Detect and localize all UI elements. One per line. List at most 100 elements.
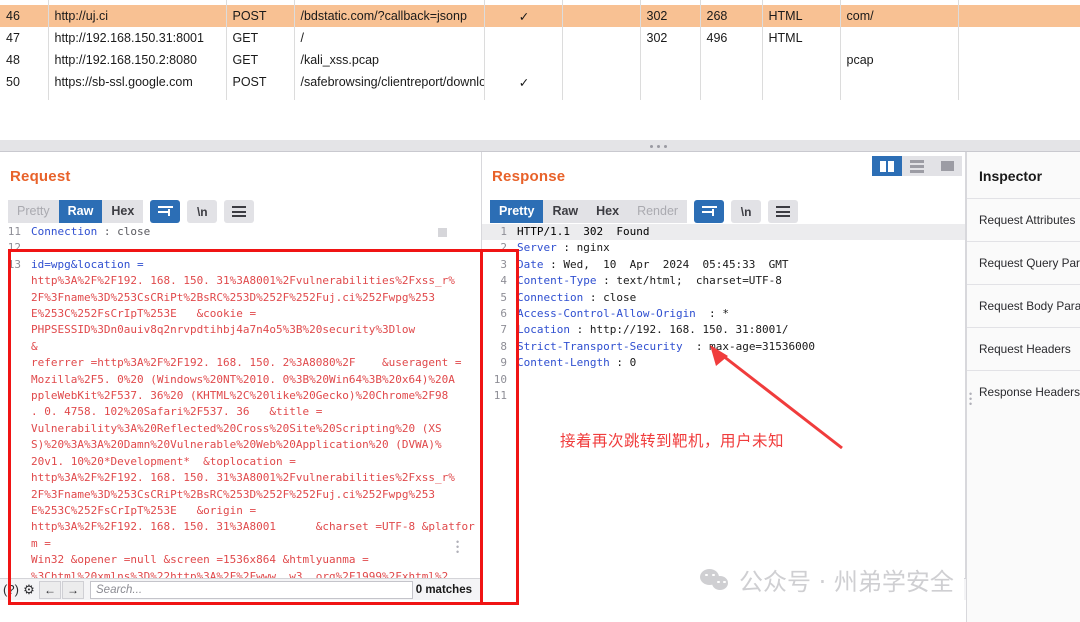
cell-mime-type: HTML [762, 5, 841, 27]
rows-view-button[interactable] [902, 156, 932, 176]
table-row[interactable]: 46 http://uj.ci POST/bdstatic.com/?callbac… [0, 5, 1080, 27]
table-row[interactable]: 47 http://192.168.150.31:8001 GET/ 302 496 HT… [0, 27, 1080, 49]
cell-edited [562, 71, 641, 93]
table-row[interactable]: 50 https://sb-ssl.google.com POST/safebrow… [0, 71, 1080, 93]
request-line-11: 11 Connection : close [0, 224, 481, 240]
tab-response-hex[interactable]: Hex [587, 200, 629, 223]
cell--: 47 [0, 27, 49, 49]
find-next-button[interactable]: → [62, 580, 84, 599]
watermark-text: 公众号 · 州弟学安全 [739, 568, 954, 596]
newline-icon[interactable]: \n [731, 200, 762, 223]
response-line-4: 4 Content-Type : text/html; charset=UTF-8 [482, 273, 965, 289]
line-number: 7 [500, 323, 507, 337]
inspector-resize-grip[interactable]: • • • [969, 390, 972, 409]
cell-extension [840, 27, 959, 49]
burp-suite-window: 46 http://uj.ci POST/bdstatic.com/?callbac… [0, 0, 1080, 622]
header-sep: : [695, 307, 723, 321]
line-number: 12 [7, 241, 21, 255]
line-number: 10 [493, 372, 507, 386]
annotation-text: 接着再次跳转到靶机，用户未知 [560, 432, 785, 450]
cell--: 46 [0, 5, 49, 27]
cell-mime-type [762, 49, 841, 71]
inspector-section-request-query-parameters[interactable]: Request Query Parameters [967, 241, 1080, 284]
header-value: http://192. 168. 150. 31:8001/ [589, 323, 789, 337]
header-key: Access-Control-Allow-Origin [517, 307, 696, 321]
split-view-button[interactable] [872, 156, 902, 176]
request-tabstrip: Pretty Raw Hex \n [8, 200, 255, 223]
tab-request-raw[interactable]: Raw [58, 200, 103, 223]
header-sep: : [596, 274, 617, 288]
cell-host: http://192.168.150.2:8080 [48, 49, 227, 71]
cell-host: http://uj.ci [48, 5, 227, 27]
request-search-input[interactable]: Search... [90, 580, 413, 599]
splitter-drag-handle[interactable] [650, 145, 667, 148]
inspector-panel: Inspector Request Attributes Request Quer… [966, 152, 1080, 622]
tab-request-pretty[interactable]: Pretty [8, 200, 59, 223]
cell-url: /kali_xss.pcap [294, 49, 485, 71]
newline-label: \n [196, 204, 208, 219]
header-key: Date [517, 257, 544, 271]
tab-response-pretty[interactable]: Pretty [490, 200, 544, 223]
cell-title [958, 5, 1080, 27]
header-key: Content-Length [517, 356, 610, 370]
cell-length [700, 71, 763, 93]
line-number: 8 [500, 339, 507, 353]
tab-response-render[interactable]: Render [628, 200, 688, 223]
word-wrap-icon[interactable] [694, 200, 725, 223]
header-key: Connection [31, 225, 98, 238]
http-history-table[interactable]: 46 http://uj.ci POST/bdstatic.com/?callbac… [0, 0, 1080, 117]
request-scroll-thumb[interactable] [438, 228, 447, 237]
cell-status-code [640, 71, 701, 93]
request-code-area[interactable]: 11 Connection : close 12 13 id=wpg&locat… [0, 224, 481, 578]
header-key: Location [517, 323, 570, 337]
tab-response-raw[interactable]: Raw [543, 200, 588, 223]
cell-host: https://sb-ssl.google.com [48, 71, 227, 93]
wechat-icon [700, 568, 730, 591]
help-icon[interactable]: (?) [2, 582, 20, 597]
header-sep: : [543, 257, 564, 271]
cell-title [958, 71, 1080, 93]
header-value: nginx [576, 241, 610, 255]
request-pane-title: Request [10, 168, 71, 185]
inspector-section-response-headers[interactable]: Response Headers [967, 370, 1080, 413]
cell-edited [562, 27, 641, 49]
table-row[interactable]: 48 http://192.168.150.2:8080 GET/kali_xss.… [0, 49, 1080, 71]
line-number: 1 [482, 224, 512, 241]
word-wrap-icon[interactable] [150, 200, 181, 223]
gear-icon[interactable]: ⚙ [20, 582, 38, 598]
line-number: 13 [7, 257, 21, 271]
cell-host: http://192.168.150.31:8001 [48, 27, 227, 49]
request-body-text: http%3A%2F%2F192. 168. 150. 31%3A8001%2F… [31, 274, 475, 578]
cell-length: 496 [700, 27, 763, 49]
inspector-section-request-headers[interactable]: Request Headers [967, 327, 1080, 370]
header-sep: : [569, 323, 590, 337]
line-number: 4 [500, 274, 507, 288]
cell-url: /bdstatic.com/?callback=jsonp [294, 5, 485, 27]
cell-method: GET [226, 49, 295, 71]
single-view-button[interactable] [932, 156, 962, 176]
request-pane: Request Pretty Raw Hex \n 11 Connection … [0, 152, 482, 600]
body-param-start: id=wpg&location = [31, 257, 151, 271]
response-format-tabs[interactable]: Pretty Raw Hex Render [490, 200, 688, 223]
hamburger-icon[interactable] [224, 200, 255, 223]
header-value: Wed, 10 Apr 2024 05:45:33 GMT [563, 257, 789, 271]
newline-icon[interactable]: \n [187, 200, 218, 223]
cell-extension [840, 71, 959, 93]
cell-extension: com/ [840, 5, 959, 27]
header-key: Strict-Transport-Security [517, 339, 683, 353]
cell-status-code: 302 [640, 27, 701, 49]
header-sep: : [583, 290, 604, 304]
inspector-section-request-attributes[interactable]: Request Attributes [967, 198, 1080, 241]
header-key: Connection [517, 290, 584, 304]
response-pane-title: Response [492, 168, 566, 185]
request-format-tabs[interactable]: Pretty Raw Hex [8, 200, 144, 223]
find-prev-button[interactable]: ← [39, 580, 61, 599]
cell-method: POST [226, 71, 295, 93]
response-highlight-line [480, 249, 483, 605]
hamburger-icon[interactable] [768, 200, 799, 223]
inspector-section-request-body-parameters[interactable]: Request Body Parameters [967, 284, 1080, 327]
tab-request-hex[interactable]: Hex [102, 200, 144, 223]
header-value: * [722, 307, 729, 321]
pane-splitter[interactable] [0, 140, 1080, 152]
response-line-3: 3 Date : Wed, 10 Apr 2024 05:45:33 GMT [482, 257, 965, 273]
